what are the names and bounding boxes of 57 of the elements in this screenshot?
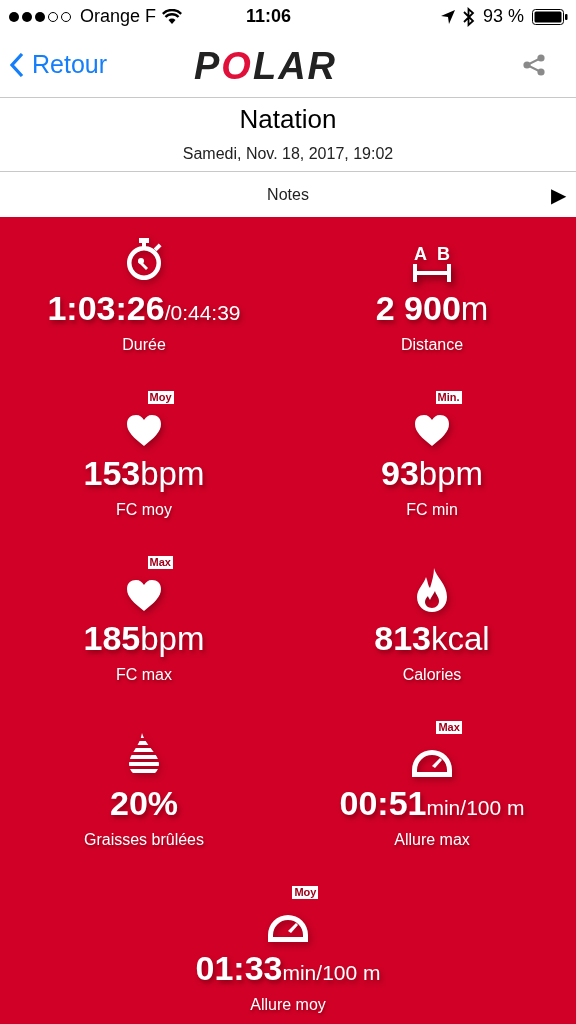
icon-badge: Max (436, 721, 462, 734)
range-bar-icon (410, 263, 454, 283)
metric-unit: kcal (431, 622, 490, 655)
brand-logo: POLAR (194, 47, 338, 85)
metric-label: Durée (122, 335, 166, 355)
metric-unit: min/100 m (426, 797, 525, 818)
metric-value: 813 (374, 621, 431, 655)
flame-icon (416, 567, 448, 613)
metric-unit: bpm (140, 457, 205, 490)
battery-percent: 93 % (482, 5, 524, 28)
signal-icon (8, 10, 74, 23)
battery-icon (532, 8, 568, 25)
gauge-icon (266, 913, 310, 943)
location-arrow-icon (440, 9, 455, 24)
metric-value: 00:51 (339, 786, 427, 820)
metric-label: Graisses brûlées (83, 830, 204, 850)
chevron-left-icon (10, 53, 24, 77)
metric-label: FC moy (116, 500, 172, 520)
clock-time: 11:06 (246, 5, 292, 28)
back-button[interactable]: Retour (10, 46, 108, 84)
activity-title: Natation (239, 103, 337, 136)
metric-unit: bpm (418, 457, 483, 490)
stopwatch-icon (124, 237, 164, 283)
metric-value: 93 (381, 456, 419, 490)
metric-value: 01:33 (195, 951, 283, 985)
metric-value: 1:03:26 (47, 291, 165, 325)
heart-icon (126, 414, 162, 448)
metric-label: FC max (116, 665, 172, 685)
metric-value: 20% (109, 786, 179, 820)
metric-label: Calories (402, 665, 462, 685)
notes-row[interactable]: Notes ▶ (0, 172, 576, 217)
heart-icon (414, 414, 450, 448)
metric-unit: bpm (140, 622, 205, 655)
metric-label: Allure max (394, 830, 470, 850)
metric-value: 2 900 (375, 291, 461, 325)
heart-icon (126, 579, 162, 613)
metric-label: Allure moy (250, 995, 326, 1015)
metric-value: 185 (83, 621, 141, 655)
activity-date: Samedi, Nov. 18, 2017, 19:02 (182, 143, 394, 164)
metric-unit: m (460, 292, 489, 325)
wifi-icon (162, 9, 183, 24)
carrier-name: Orange F (80, 5, 157, 28)
metric-unit: /0:44:39 (164, 302, 241, 323)
share-icon[interactable] (522, 54, 546, 76)
icon-badge: Max (147, 556, 173, 569)
metric-unit: min/100 m (282, 962, 381, 983)
icon-badge: Min. (435, 391, 462, 404)
point-label: B (437, 245, 450, 263)
expand-arrow: ▶ (551, 182, 566, 208)
icon-badge: Moy (292, 886, 319, 899)
metric-label: FC min (406, 500, 458, 520)
metric-value: 153 (83, 456, 141, 490)
metric-label: Distance (400, 335, 464, 355)
point-label: A (414, 245, 427, 263)
bluetooth-icon (462, 6, 475, 27)
icon-badge: Moy (147, 391, 174, 404)
gauge-icon (410, 748, 454, 778)
